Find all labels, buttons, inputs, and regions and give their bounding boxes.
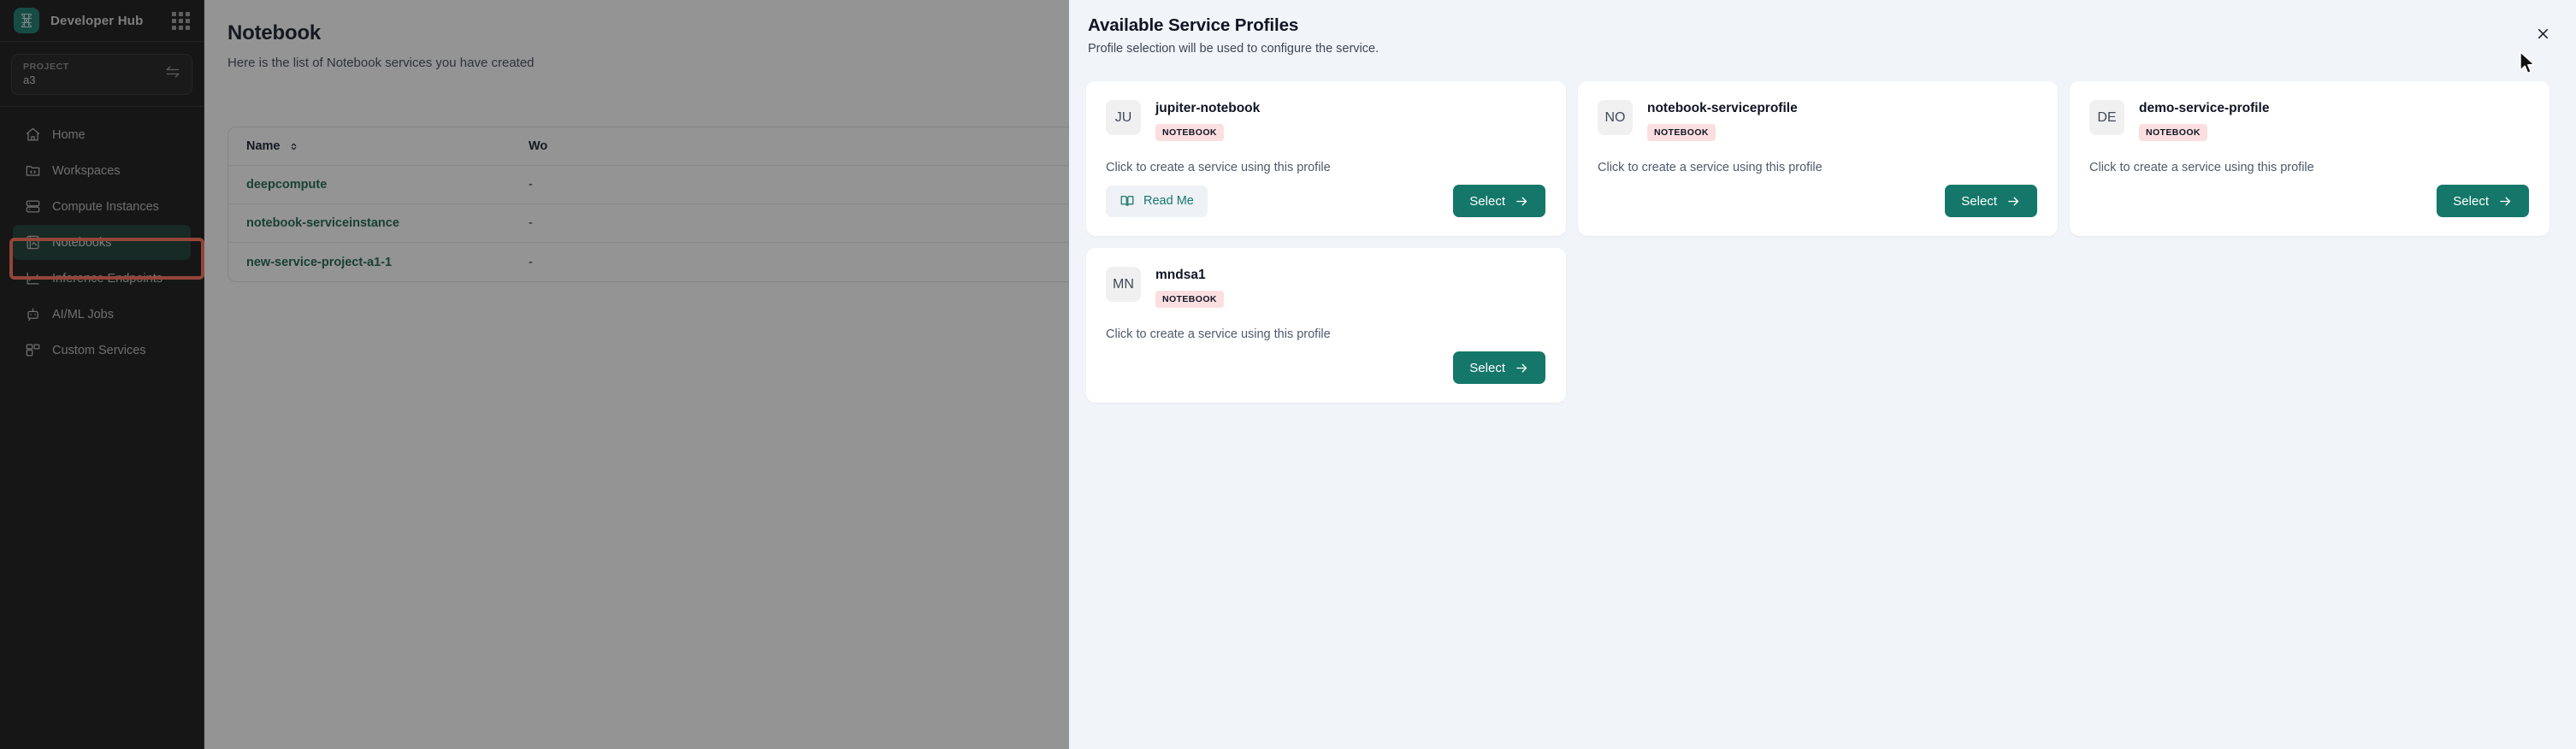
profile-card[interactable]: NO notebook-serviceprofile NOTEBOOK Clic… bbox=[1578, 81, 2058, 236]
arrow-right-icon bbox=[2498, 194, 2513, 209]
arrow-right-icon bbox=[1515, 361, 1529, 375]
profile-card-meta: mndsa1 NOTEBOOK bbox=[1155, 267, 1224, 308]
avatar: DE bbox=[2089, 100, 2124, 135]
select-button[interactable]: Select bbox=[2437, 185, 2529, 217]
profile-name: demo-service-profile bbox=[2139, 101, 2270, 115]
profile-card-actions: Select bbox=[1106, 351, 1545, 384]
profile-card-header: JU jupiter-notebook NOTEBOOK bbox=[1106, 100, 1545, 141]
profile-card-grid: JU jupiter-notebook NOTEBOOK Click to cr… bbox=[1086, 81, 2549, 403]
select-button[interactable]: Select bbox=[1453, 351, 1545, 384]
status-badge: NOTEBOOK bbox=[2139, 124, 2207, 141]
read-me-label: Read Me bbox=[1143, 194, 1194, 208]
profile-description: Click to create a service using this pro… bbox=[1106, 327, 1331, 341]
profile-description: Click to create a service using this pro… bbox=[1106, 161, 1331, 174]
select-label: Select bbox=[2453, 193, 2489, 209]
profile-card-actions: Select bbox=[1598, 185, 2037, 217]
profile-name: jupiter-notebook bbox=[1155, 101, 1261, 115]
avatar: JU bbox=[1106, 100, 1141, 135]
profile-card-header: MN mndsa1 NOTEBOOK bbox=[1106, 267, 1545, 308]
avatar: MN bbox=[1106, 267, 1141, 302]
profile-name: notebook-serviceprofile bbox=[1647, 101, 1798, 115]
status-badge: NOTEBOOK bbox=[1155, 124, 1224, 141]
profile-card-actions: Read Me Select bbox=[1106, 185, 1545, 217]
select-label: Select bbox=[1961, 193, 1997, 209]
profile-card[interactable]: DE demo-service-profile NOTEBOOK Click t… bbox=[2070, 81, 2549, 236]
modal-header: Available Service Profiles Profile selec… bbox=[1086, 15, 2549, 56]
profile-card-header: DE demo-service-profile NOTEBOOK bbox=[2089, 100, 2529, 141]
select-label: Select bbox=[1469, 193, 1505, 209]
arrow-right-icon bbox=[2006, 194, 2021, 209]
profile-card[interactable]: MN mndsa1 NOTEBOOK Click to create a ser… bbox=[1086, 248, 1566, 403]
status-badge: NOTEBOOK bbox=[1647, 124, 1716, 141]
select-label: Select bbox=[1469, 360, 1505, 375]
profile-description: Click to create a service using this pro… bbox=[1598, 161, 1823, 174]
profile-description: Click to create a service using this pro… bbox=[2089, 161, 2314, 174]
app-root: Developer Hub PROJECT a3 Home Workspaces… bbox=[0, 0, 2576, 749]
service-profiles-modal: Available Service Profiles Profile selec… bbox=[1069, 0, 2576, 749]
profile-card-meta: demo-service-profile NOTEBOOK bbox=[2139, 100, 2269, 141]
read-me-button[interactable]: Read Me bbox=[1106, 185, 1208, 217]
close-x-icon[interactable] bbox=[2528, 19, 2557, 48]
book-open-icon bbox=[1120, 193, 1135, 209]
profile-name: mndsa1 bbox=[1155, 268, 1206, 282]
select-button[interactable]: Select bbox=[1453, 185, 1545, 217]
status-badge: NOTEBOOK bbox=[1155, 291, 1224, 308]
select-button[interactable]: Select bbox=[1945, 185, 2037, 217]
profile-card-actions: Select bbox=[2089, 185, 2529, 217]
modal-title: Available Service Profiles bbox=[1088, 15, 1299, 35]
modal-subtitle: Profile selection will be used to config… bbox=[1088, 42, 1380, 56]
profile-card[interactable]: JU jupiter-notebook NOTEBOOK Click to cr… bbox=[1086, 81, 1566, 236]
profile-card-meta: jupiter-notebook NOTEBOOK bbox=[1155, 100, 1260, 141]
profile-card-header: NO notebook-serviceprofile NOTEBOOK bbox=[1598, 100, 2037, 141]
profile-card-meta: notebook-serviceprofile NOTEBOOK bbox=[1647, 100, 1798, 141]
arrow-right-icon bbox=[1515, 194, 1529, 209]
avatar: NO bbox=[1598, 100, 1633, 135]
